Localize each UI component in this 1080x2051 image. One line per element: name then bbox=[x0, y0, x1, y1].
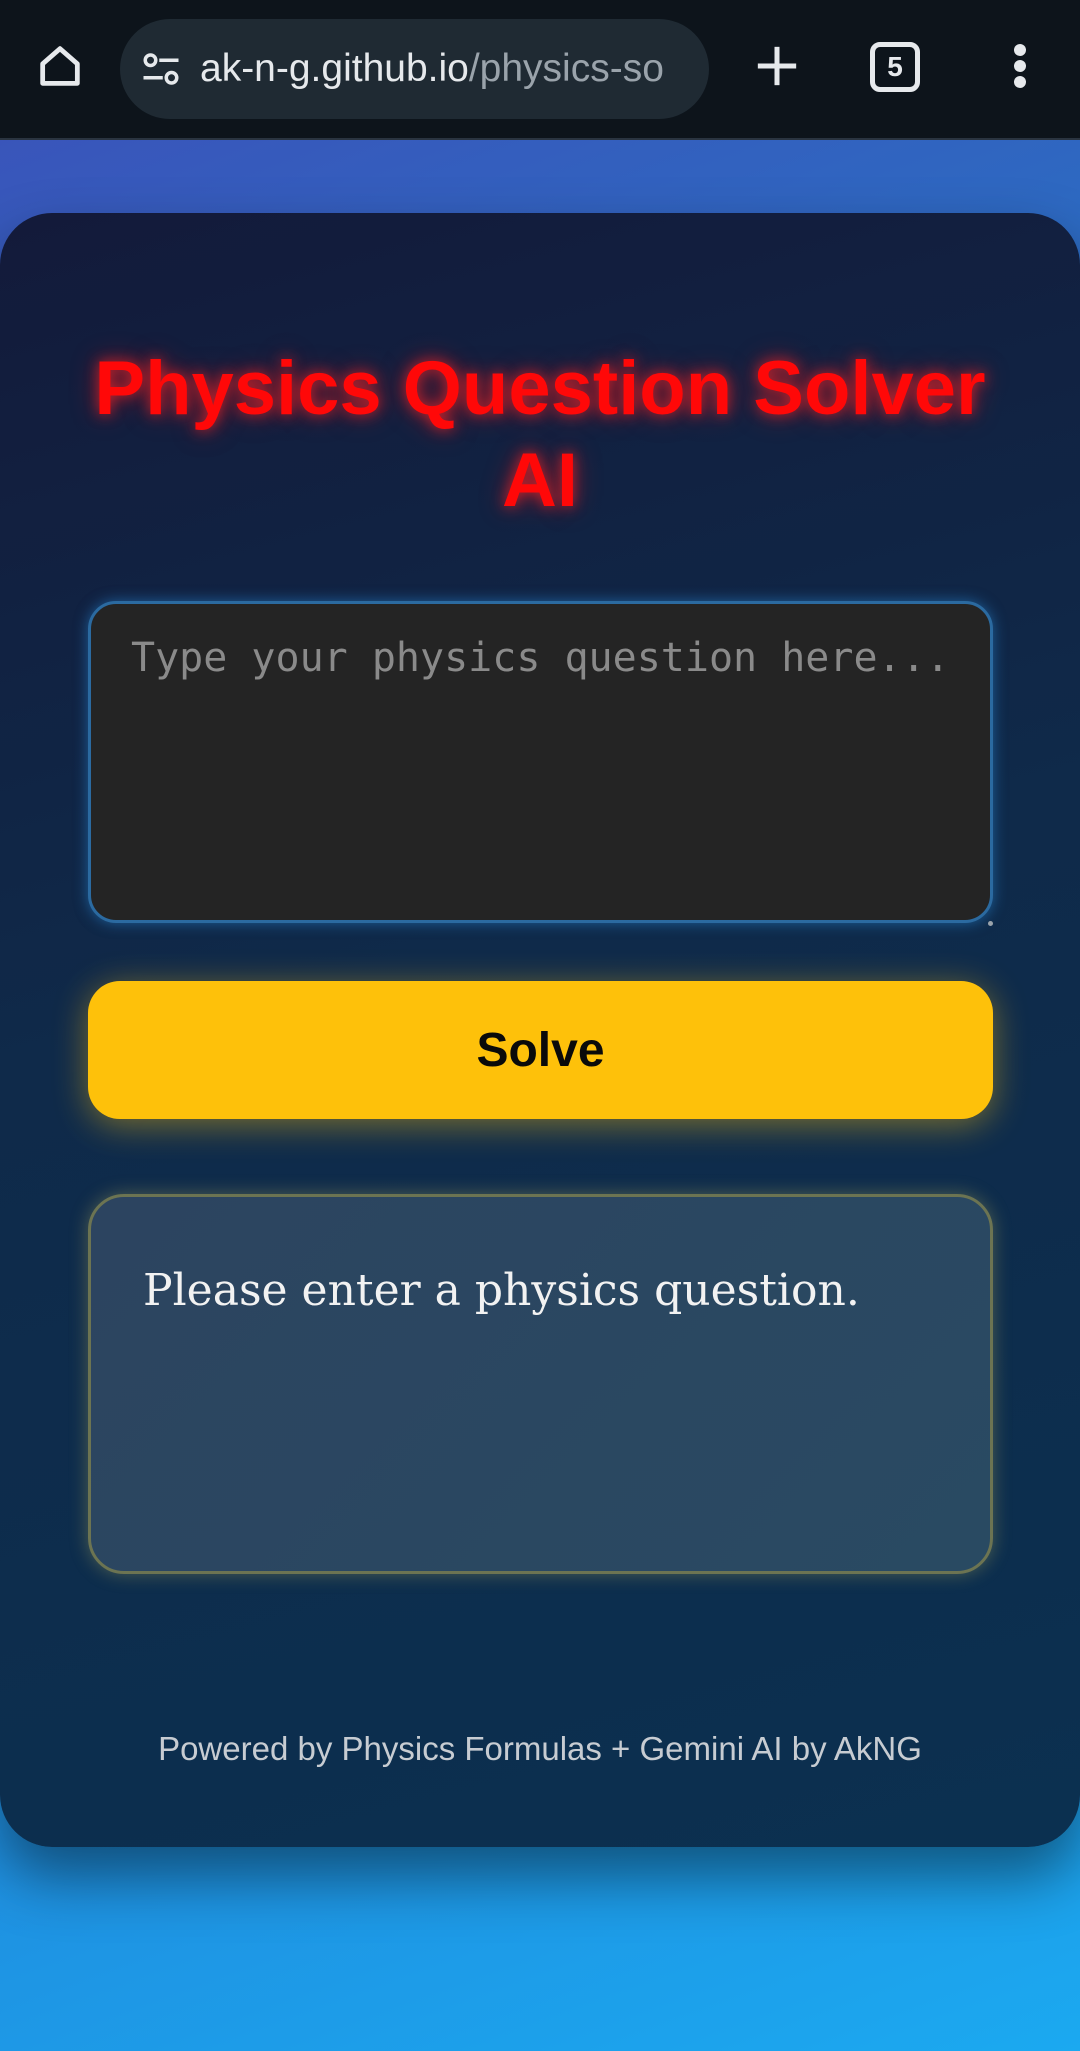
plus-icon bbox=[754, 43, 800, 94]
home-icon bbox=[34, 40, 86, 97]
question-input[interactable] bbox=[88, 601, 993, 923]
url-path: /physics-so bbox=[468, 47, 664, 90]
url-host: ak-n-g.github.io bbox=[200, 47, 469, 90]
solve-button[interactable]: Solve bbox=[88, 981, 993, 1119]
answer-text: Please enter a physics question. bbox=[143, 1265, 860, 1316]
tab-count: 5 bbox=[887, 51, 903, 82]
tune-icon[interactable] bbox=[140, 48, 182, 90]
menu-button[interactable] bbox=[1000, 36, 1040, 100]
url-text: ak-n-g.github.io/physics-so bbox=[200, 47, 664, 91]
solver-card: Physics Question Solver AI Solve Please … bbox=[0, 213, 1080, 1847]
page-title: Physics Question Solver AI bbox=[94, 346, 986, 523]
home-button[interactable] bbox=[28, 36, 92, 100]
footer-credit: Powered by Physics Formulas + Gemini AI … bbox=[158, 1730, 922, 1767]
new-tab-button[interactable] bbox=[745, 36, 809, 100]
resize-handle[interactable] bbox=[988, 921, 993, 926]
tab-switcher-button[interactable]: 5 bbox=[870, 42, 920, 92]
more-vert-icon bbox=[1012, 42, 1028, 95]
answer-panel: Please enter a physics question. bbox=[88, 1194, 993, 1574]
address-bar[interactable]: ak-n-g.github.io/physics-so bbox=[120, 19, 709, 119]
browser-toolbar: ak-n-g.github.io/physics-so 5 bbox=[0, 0, 1080, 140]
